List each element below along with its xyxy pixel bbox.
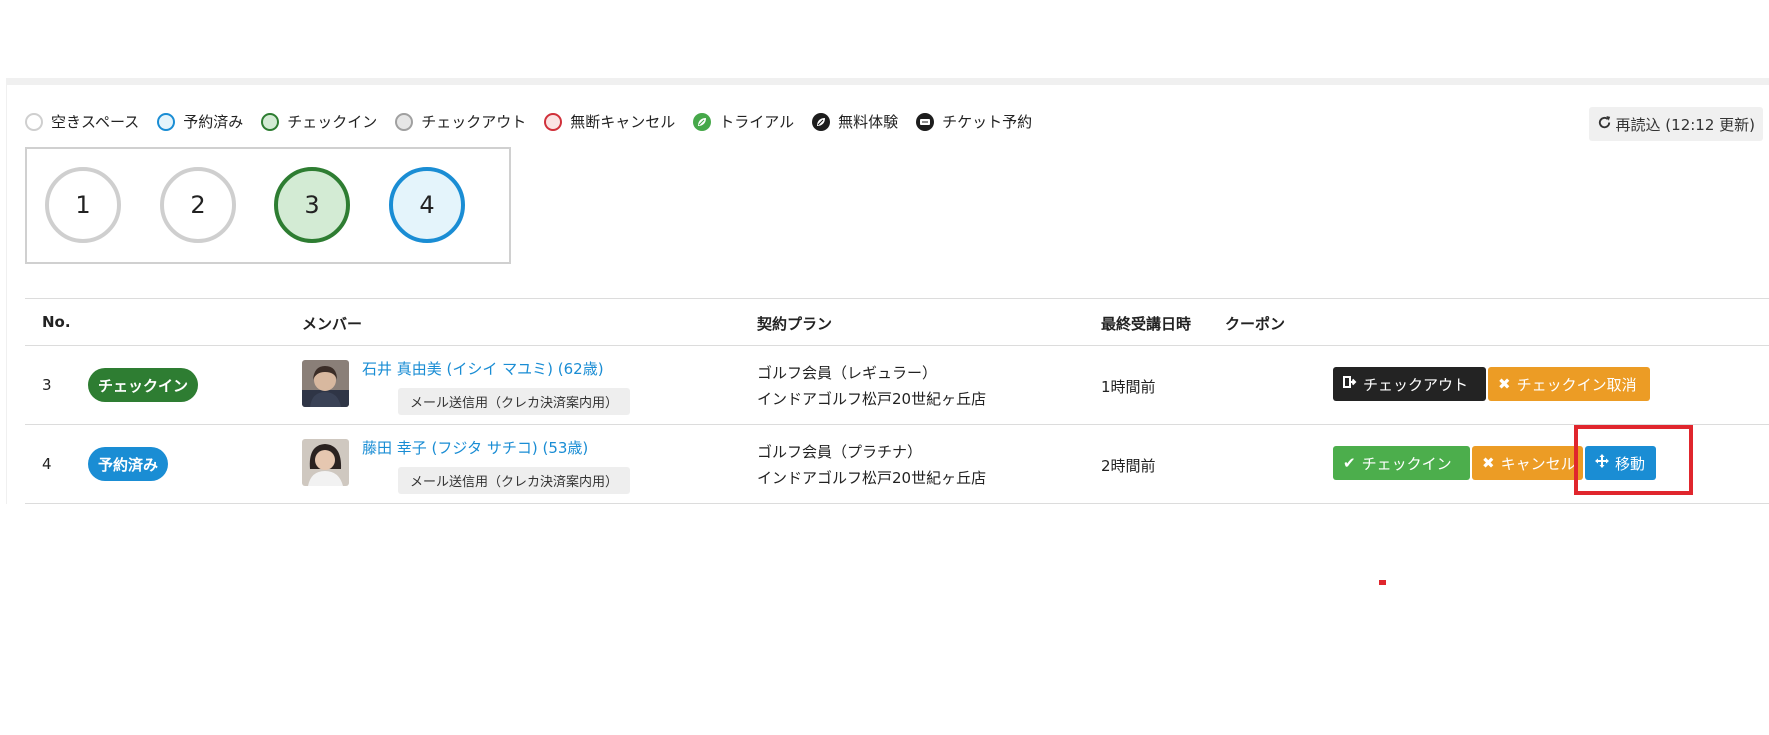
last-visit: 1時間前 [1101,378,1156,396]
legend-label: チェックイン [287,113,378,131]
checkin-button[interactable]: ✔ チェックイン [1333,446,1470,480]
legend-label: チケット予約 [942,113,1033,131]
legend-label: トライアル [719,113,795,131]
legend-label: 予約済み [183,113,244,131]
cancel-label: キャンセル [1500,454,1576,473]
check-icon: ✔ [1343,454,1356,472]
header-plan: 契約プラン [757,315,833,333]
circle-icon [395,112,414,131]
status-badge: チェックイン [88,368,199,402]
mail-tag: メール送信用（クレカ決済案内用） [398,388,631,415]
annotation-mark [1379,580,1386,585]
legend-label: 空きスペース [51,113,140,131]
booth-3[interactable]: 3 [274,167,350,243]
header-no: No. [42,313,71,331]
member-name-link[interactable]: 藤田 幸子 (フジタ サチコ) (53歳) [362,437,588,458]
legend-label: 無断キャンセル [570,113,676,131]
legend-item-reserved: 予約済み [157,111,243,132]
booking-panel: 空きスペース 予約済み チェックイン チェックアウト 無断キャンセル トライアル [6,78,1769,504]
booth-1[interactable]: 1 [45,167,121,243]
checkout-button[interactable]: チェックアウト [1333,367,1486,401]
booth-2[interactable]: 2 [160,167,236,243]
cancel-checkin-button[interactable]: ✖ チェックイン取消 [1488,367,1650,401]
table-row: 3 チェックイン 石井 真由美 (イシイ マユミ) (62歳) メール送信用（ク… [25,346,1769,425]
sign-out-icon [1343,375,1357,393]
header-coupon: クーポン [1225,315,1286,333]
avatar [302,360,349,407]
leaf-icon [693,112,712,131]
header-last-visit: 最終受講日時 [1101,315,1192,333]
close-icon: ✖ [1498,375,1511,393]
reload-button[interactable]: 再読込 (12:12 更新) [1588,107,1763,141]
row-number: 4 [42,455,52,473]
highlight-annotation [1574,425,1693,495]
refresh-icon [1597,115,1612,134]
leaf-icon [812,112,831,131]
legend-label: 無料体験 [838,113,899,131]
plan-name: ゴルフ会員（レギュラー） [757,364,938,382]
mail-tag: メール送信用（クレカ決済案内用） [398,467,631,494]
avatar [302,439,349,486]
status-badge: 予約済み [88,447,169,481]
cancel-checkin-label: チェックイン取消 [1516,375,1637,394]
booth-4[interactable]: 4 [389,167,465,243]
header-member: メンバー [302,315,363,333]
legend-item-empty: 空きスペース [25,111,139,132]
reservation-table: No. メンバー 契約プラン 最終受講日時 クーポン 3 チェックイン 石井 真… [25,298,1769,504]
circle-icon [544,112,563,131]
legend-item-checkin: チェックイン [261,111,377,132]
legend-item-ticket: チケット予約 [916,111,1032,132]
store-name: インドアゴルフ松戸20世紀ヶ丘店 [757,469,987,487]
close-icon: ✖ [1482,454,1495,472]
checkin-label: チェックイン [1361,454,1452,473]
plan-name: ゴルフ会員（プラチナ） [757,443,923,461]
row-number: 3 [42,376,52,394]
legend-item-checkout: チェックアウト [395,111,526,132]
table-row: 4 予約済み 藤田 幸子 (フジタ サチコ) (53歳) メール送信用（クレカ決… [25,425,1769,504]
circle-icon [261,112,280,131]
status-legend: 空きスペース 予約済み チェックイン チェックアウト 無断キャンセル トライアル [25,111,1050,132]
member-name-link[interactable]: 石井 真由美 (イシイ マユミ) (62歳) [362,358,604,379]
legend-item-free: 無料体験 [812,111,898,132]
legend-label: チェックアウト [421,113,527,131]
table-header: No. メンバー 契約プラン 最終受講日時 クーポン [25,299,1769,346]
legend-item-trial: トライアル [693,111,794,132]
store-name: インドアゴルフ松戸20世紀ヶ丘店 [757,390,987,408]
circle-icon [157,112,176,131]
booth-map: 1 2 3 4 [25,147,511,264]
legend-item-noshow: 無断キャンセル [544,111,675,132]
circle-icon [25,112,43,131]
top-whitespace [0,0,1769,78]
checkout-label: チェックアウト [1363,375,1469,394]
cancel-button[interactable]: ✖ キャンセル [1472,446,1583,480]
last-visit: 2時間前 [1101,457,1156,475]
ticket-icon [916,112,935,131]
reload-label: 再読込 (12:12 更新) [1615,115,1755,134]
